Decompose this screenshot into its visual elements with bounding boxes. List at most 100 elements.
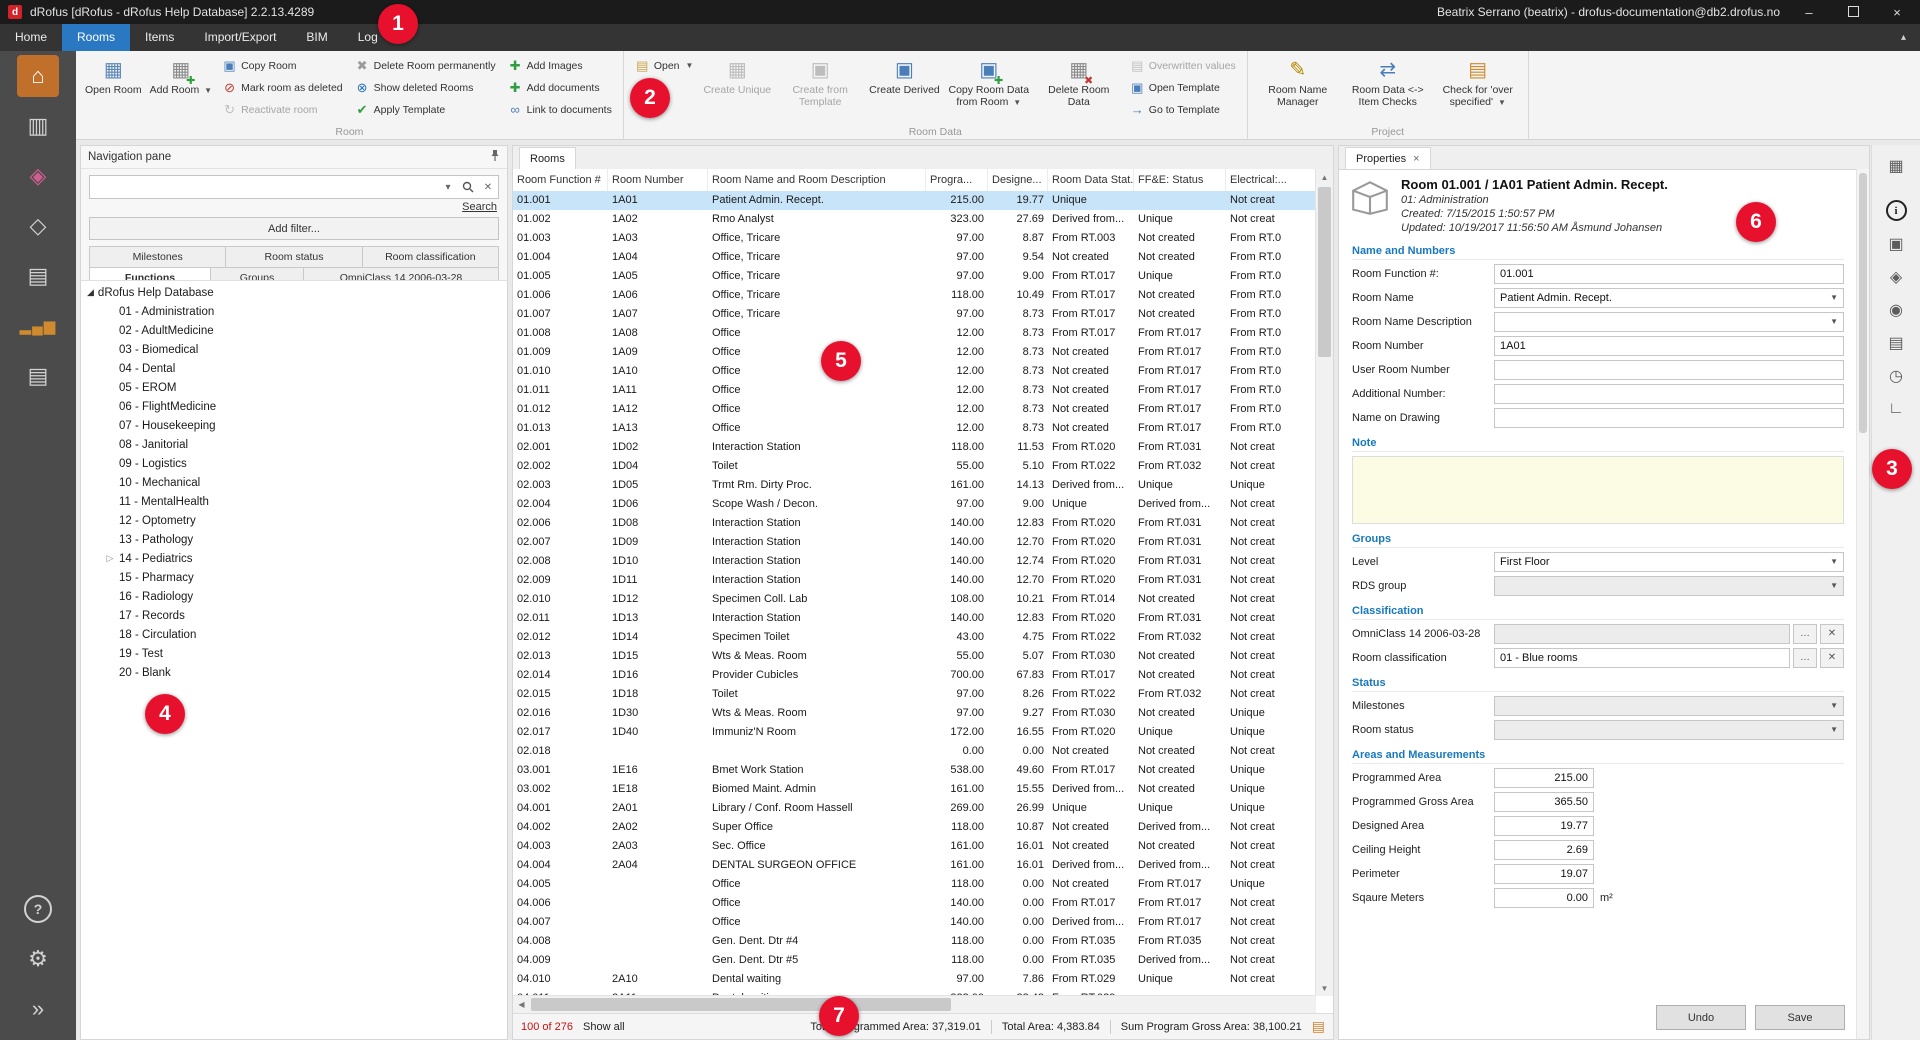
create-from-template-button[interactable]: ▣ Create from Template bbox=[776, 54, 864, 124]
room-function-input[interactable]: 01.001 bbox=[1494, 264, 1844, 284]
tree-item[interactable]: 02 - AdultMedicine bbox=[81, 321, 507, 340]
table-row[interactable]: 04.0012A01Library / Conf. Room Hassell26… bbox=[513, 799, 1316, 818]
tree-item[interactable]: 12 - Optometry bbox=[81, 511, 507, 530]
milestones-combo[interactable]: ▼ bbox=[1494, 696, 1844, 716]
check-over-specified-button[interactable]: ▤ Check for 'over specified' ▼ bbox=[1434, 54, 1522, 124]
table-row[interactable]: 02.0011D02Interaction Station118.0011.53… bbox=[513, 438, 1316, 457]
search-dropdown-icon[interactable]: ▾ bbox=[438, 182, 458, 193]
column-room-data-status[interactable]: Room Data Stat... bbox=[1048, 169, 1134, 191]
table-row[interactable]: 02.0091D11Interaction Station140.0012.70… bbox=[513, 571, 1316, 590]
tree-item[interactable]: 08 - Janitorial bbox=[81, 435, 507, 454]
layout-grid-button[interactable]: ▦ bbox=[1872, 149, 1920, 182]
table-row[interactable]: 03.0021E18Biomed Maint. Admin161.0015.55… bbox=[513, 780, 1316, 799]
table-row[interactable]: 02.0021D04Toilet55.005.10From RT.022From… bbox=[513, 457, 1316, 476]
properties-close-icon[interactable]: × bbox=[1413, 153, 1419, 165]
tree-item[interactable]: 01 - Administration bbox=[81, 302, 507, 321]
tab-room-classification[interactable]: Room classification bbox=[363, 246, 499, 268]
tree-root[interactable]: ◢ dRofus Help Database bbox=[81, 283, 507, 302]
reports-module-button[interactable]: ▂▄▆ bbox=[0, 301, 76, 351]
reactivate-room-button[interactable]: ↻ Reactivate room bbox=[217, 99, 348, 120]
table-row[interactable]: 02.0031D05Trmt Rm. Dirty Proc.161.0014.1… bbox=[513, 476, 1316, 495]
table-row[interactable]: 02.0131D15Wts & Meas. Room55.005.07From … bbox=[513, 647, 1316, 666]
delete-room-data-button[interactable]: ▦✖ Delete Room Data bbox=[1035, 54, 1123, 124]
table-row[interactable]: 02.0161D30Wts & Meas. Room97.009.27From … bbox=[513, 704, 1316, 723]
show-deleted-rooms-button[interactable]: ⊗ Show deleted Rooms bbox=[350, 77, 501, 98]
add-images-button[interactable]: ✚ Add Images bbox=[503, 55, 617, 76]
vertical-scrollbar[interactable]: ▲ ▼ bbox=[1315, 169, 1333, 996]
save-button[interactable]: Save bbox=[1755, 1005, 1845, 1030]
clear-search-icon[interactable]: ✕ bbox=[478, 182, 498, 193]
column-room-function[interactable]: Room Function # bbox=[513, 169, 608, 191]
room-number-input[interactable]: 1A01 bbox=[1494, 336, 1844, 356]
table-row[interactable]: 01.0121A12Office12.008.73Not createdFrom… bbox=[513, 400, 1316, 419]
measure-panel-button[interactable]: ∟ bbox=[1872, 392, 1920, 425]
omniclass-browse-button[interactable]: … bbox=[1793, 624, 1817, 644]
tab-room-status[interactable]: Room status bbox=[226, 246, 362, 268]
table-row[interactable]: 02.0180.000.00Not createdNot createdNot … bbox=[513, 742, 1316, 761]
tree-item[interactable]: 06 - FlightMedicine bbox=[81, 397, 507, 416]
rds-group-combo[interactable]: ▼ bbox=[1494, 576, 1844, 596]
area-input[interactable]: 19.77 bbox=[1494, 816, 1594, 836]
table-row[interactable]: 03.0011E16Bmet Work Station538.0049.60Fr… bbox=[513, 761, 1316, 780]
tree-item[interactable]: 19 - Test bbox=[81, 644, 507, 663]
maximize-button[interactable] bbox=[1838, 5, 1868, 20]
table-row[interactable]: 01.0031A03Office, Tricare97.008.87From R… bbox=[513, 229, 1316, 248]
user-room-number-input[interactable] bbox=[1494, 360, 1844, 380]
menu-tab-home[interactable]: Home bbox=[0, 24, 62, 51]
add-documents-button[interactable]: ✚ Add documents bbox=[503, 77, 617, 98]
table-row[interactable]: 04.006Office140.000.00From RT.017From RT… bbox=[513, 894, 1316, 913]
search-icon[interactable] bbox=[458, 181, 478, 193]
pin-icon[interactable] bbox=[490, 149, 500, 165]
table-row[interactable]: 01.0061A06Office, Tricare118.0010.49From… bbox=[513, 286, 1316, 305]
column-electrical[interactable]: Electrical:... bbox=[1226, 169, 1316, 191]
room-status-combo[interactable]: ▼ bbox=[1494, 720, 1844, 740]
tree-item[interactable]: 05 - EROM bbox=[81, 378, 507, 397]
table-row[interactable]: 01.0111A11Office12.008.73Not createdFrom… bbox=[513, 381, 1316, 400]
table-row[interactable]: 04.005Office118.000.00Not createdFrom RT… bbox=[513, 875, 1316, 894]
scroll-up-icon[interactable]: ▲ bbox=[1316, 169, 1333, 185]
table-row[interactable]: 02.0081D10Interaction Station140.0012.74… bbox=[513, 552, 1316, 571]
area-input[interactable]: 215.00 bbox=[1494, 768, 1594, 788]
level-combo[interactable]: First Floor▼ bbox=[1494, 552, 1844, 572]
column-room-number[interactable]: Room Number bbox=[608, 169, 708, 191]
table-row[interactable]: 04.0042A04DENTAL SURGEON OFFICE161.0016.… bbox=[513, 856, 1316, 875]
table-row[interactable]: 04.0032A03Sec. Office161.0016.01Not crea… bbox=[513, 837, 1316, 856]
tree-item[interactable]: 13 - Pathology bbox=[81, 530, 507, 549]
table-row[interactable]: 01.0091A09Office12.008.73Not createdFrom… bbox=[513, 343, 1316, 362]
create-derived-button[interactable]: ▣ Create Derived bbox=[866, 54, 943, 124]
delete-room-permanently-button[interactable]: ✖ Delete Room permanently bbox=[350, 55, 501, 76]
column-room-name[interactable]: Room Name and Room Description bbox=[708, 169, 926, 191]
model-panel-button[interactable]: ◈ bbox=[1872, 260, 1920, 293]
table-row[interactable]: 04.0102A10Dental waiting97.007.86From RT… bbox=[513, 970, 1316, 989]
add-room-button[interactable]: ▦✚ Add Room ▼ bbox=[147, 54, 215, 124]
table-row[interactable]: 02.0121D14Specimen Toilet43.004.75From R… bbox=[513, 628, 1316, 647]
images-panel-button[interactable]: ◉ bbox=[1872, 293, 1920, 326]
menu-tab-import-export[interactable]: Import/Export bbox=[189, 24, 291, 51]
omniclass-input[interactable] bbox=[1494, 624, 1790, 644]
tree-item[interactable]: 07 - Housekeeping bbox=[81, 416, 507, 435]
items-module-button[interactable]: ◈ bbox=[0, 151, 76, 201]
room-classification-clear-button[interactable]: ✕ bbox=[1820, 648, 1844, 668]
create-unique-button[interactable]: ▦ Create Unique bbox=[700, 54, 774, 124]
search-link[interactable]: Search bbox=[81, 201, 497, 213]
table-row[interactable]: 02.0111D13Interaction Station140.0012.83… bbox=[513, 609, 1316, 628]
settings-button[interactable]: ⚙ bbox=[0, 934, 76, 984]
table-row[interactable]: 04.008Gen. Dent. Dtr #4118.000.00From RT… bbox=[513, 932, 1316, 951]
menu-tab-rooms[interactable]: Rooms bbox=[62, 24, 130, 51]
room-name-combo[interactable]: Patient Admin. Recept.▼ bbox=[1494, 288, 1844, 308]
collapse-ribbon-icon[interactable]: ▴ bbox=[1887, 24, 1920, 51]
tree-item[interactable]: 20 - Blank bbox=[81, 663, 507, 682]
area-input[interactable]: 365.50 bbox=[1494, 792, 1594, 812]
expand-strip-button[interactable]: » bbox=[0, 984, 76, 1034]
area-input[interactable]: 0.00 bbox=[1494, 888, 1594, 908]
tree-item[interactable]: 18 - Circulation bbox=[81, 625, 507, 644]
table-row[interactable]: 01.0131A13Office12.008.73Not createdFrom… bbox=[513, 419, 1316, 438]
table-row[interactable]: 02.0061D08Interaction Station140.0012.83… bbox=[513, 514, 1316, 533]
room-classification-browse-button[interactable]: … bbox=[1793, 648, 1817, 668]
table-row[interactable]: 04.009Gen. Dent. Dtr #5118.000.00From RT… bbox=[513, 951, 1316, 970]
table-row[interactable]: 01.0021A02Rmo Analyst323.0027.69Derived … bbox=[513, 210, 1316, 229]
additional-number-input[interactable] bbox=[1494, 384, 1844, 404]
table-row[interactable]: 04.0022A02Super Office118.0010.87Not cre… bbox=[513, 818, 1316, 837]
area-input[interactable]: 2.69 bbox=[1494, 840, 1594, 860]
add-filter-button[interactable]: Add filter... bbox=[89, 217, 499, 240]
